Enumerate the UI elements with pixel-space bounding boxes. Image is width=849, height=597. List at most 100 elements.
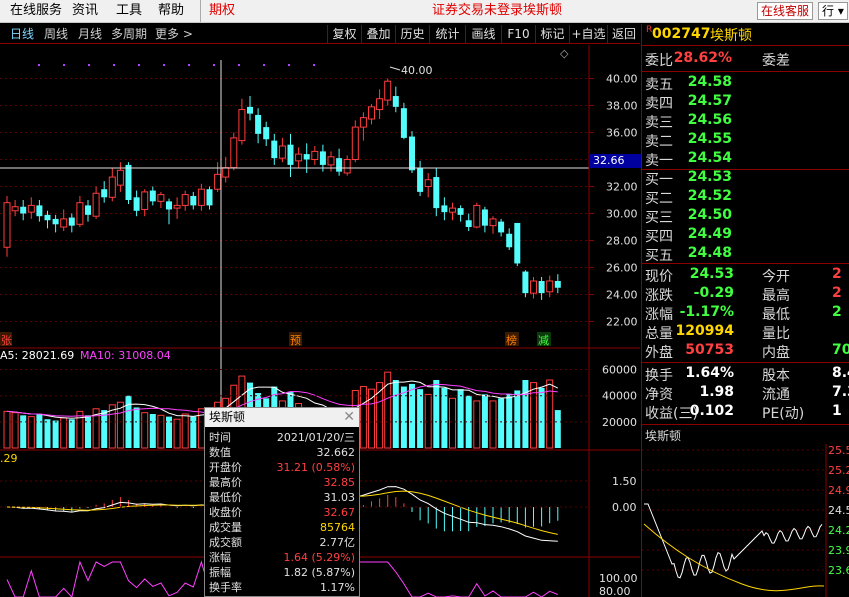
candle-body (181, 194, 189, 206)
stat-row: 收益(三) 0.102 PE(动) 1 (642, 403, 849, 422)
volume-bar (44, 419, 51, 448)
price-tick-label: 30.00 (606, 208, 638, 221)
diamond-icon[interactable]: ◇ (560, 47, 569, 60)
menu-online-service[interactable]: 在线服务 (10, 0, 62, 22)
volume-bar (498, 398, 505, 448)
buy-order-row[interactable]: 买四 24.49 (642, 226, 849, 245)
tooltip-row: 振幅 1.82 (5.87%) (205, 565, 359, 580)
tab-multi-period[interactable]: 多周期 (111, 25, 147, 43)
buy-order-row[interactable]: 买二 24.52 (642, 188, 849, 207)
price-tick-label: 40.00 (606, 73, 638, 86)
stat-row: 涨跌 -0.29 最高 2 (642, 285, 849, 304)
tooltip-row-value: 1.17% (320, 581, 355, 594)
candle-body (20, 206, 27, 214)
candle-body (546, 280, 554, 293)
volume-bar (546, 379, 554, 449)
candle-body (214, 173, 222, 190)
mini-tick-label: 25.2 (828, 464, 849, 477)
candle-body (255, 114, 262, 134)
volume-bar (441, 387, 448, 448)
add-watchlist-button[interactable]: +自选 (569, 25, 607, 43)
f10-button[interactable]: F10 (501, 25, 535, 43)
overlay-button[interactable]: 叠加 (361, 25, 395, 43)
volume-bar (85, 415, 91, 448)
draw-line-button[interactable]: 画线 (465, 25, 501, 43)
cursor-price-label: 32.66 (589, 154, 641, 168)
marker-bang[interactable]: 榜 (506, 333, 517, 347)
sell-order-row[interactable]: 卖三 24.56 (642, 112, 849, 131)
tab-more[interactable]: 更多 > (155, 25, 193, 43)
sell-order-row[interactable]: 卖五 24.58 (642, 74, 849, 93)
tab-weekly[interactable]: 周线 (44, 25, 68, 43)
statistics-button[interactable]: 统计 (429, 25, 465, 43)
quote-menu-button[interactable]: 行 ▾ (818, 2, 848, 20)
menu-options[interactable]: 期权 (200, 0, 235, 22)
tooltip-row: 换手率 1.17% (205, 580, 359, 595)
stat-row: 现价 24.53 今开 2 (642, 266, 849, 285)
trade-login-status[interactable]: 证券交易未登录 (432, 0, 523, 22)
candle-body (303, 154, 310, 160)
candle-body (230, 137, 238, 169)
sell-order-row-price: 24.57 (687, 93, 732, 109)
tooltip-row-label: 开盘价 (209, 461, 242, 474)
tab-daily[interactable]: 日线 (10, 25, 34, 43)
stat-label: 总量 (645, 326, 673, 342)
tooltip-row-label: 成交额 (209, 536, 242, 549)
stat-value: -1.17% (679, 304, 734, 320)
candle-body (554, 281, 561, 288)
volume-bar (489, 400, 497, 449)
buy-order-row-price: 24.49 (687, 226, 732, 242)
sell-order-row[interactable]: 卖四 24.57 (642, 93, 849, 112)
menu-tools[interactable]: 工具 (116, 0, 142, 22)
marker-jian[interactable]: 减 (538, 334, 549, 347)
tooltip-row: 最高价 32.85 (205, 475, 359, 490)
event-dot (63, 64, 65, 66)
tab-monthly[interactable]: 月线 (78, 25, 102, 43)
stat-value: -0.29 (693, 285, 734, 301)
stat-value: 7.3 (832, 384, 849, 400)
sell-order-row-label: 卖四 (645, 96, 673, 112)
mini-avg-line (643, 523, 825, 592)
stat-label: 内盘 (762, 345, 790, 361)
buy-order-row-price: 24.52 (687, 188, 732, 204)
candle-info-tooltip[interactable]: 埃斯顿 ✕ 时间 2021/01/20/三 数值 32.662 开盘价 31.21 (0.… (204, 407, 360, 597)
tooltip-row-value: 2.77亿 (319, 536, 356, 549)
stat-value: 24.53 (689, 266, 734, 282)
weicha-label: 委差 (762, 53, 790, 69)
menu-news[interactable]: 资讯 (72, 0, 98, 22)
candle-body (441, 205, 448, 213)
price-tick-label: 28.00 (606, 235, 638, 248)
marker-zhang[interactable]: 张 (1, 334, 12, 347)
history-button[interactable]: 历史 (395, 25, 429, 43)
volume-bar (190, 416, 197, 448)
sell-order-row-price: 24.58 (687, 74, 732, 90)
candle-body (473, 204, 481, 228)
volume-bar (11, 412, 19, 449)
marker-yu[interactable]: 预 (290, 334, 301, 347)
candle-body (392, 96, 399, 107)
customer-service-button[interactable]: 在线客服 (757, 2, 814, 20)
candle-body (481, 209, 488, 226)
buy-order-row[interactable]: 买一 24.53 (642, 169, 849, 188)
mini-price-line (644, 503, 823, 579)
stat-label: 外盘 (645, 345, 673, 361)
adjust-button[interactable]: 复权 (327, 25, 361, 43)
volume-bar (481, 394, 488, 448)
stat-label: 量比 (762, 326, 790, 342)
event-dot (88, 64, 90, 66)
candle-body (173, 204, 181, 209)
close-icon[interactable]: ✕ (343, 408, 355, 426)
buy-order-row[interactable]: 买三 24.50 (642, 207, 849, 226)
menu-help[interactable]: 帮助 (158, 0, 184, 22)
back-button[interactable]: 返回 (607, 25, 640, 43)
mark-button[interactable]: 标记 (535, 25, 569, 43)
intraday-mini-chart[interactable]: 25.5 25.2 24.9 24.5 24.2 23.9 23.6 (642, 444, 849, 597)
oscillator-axis: 100.0080.00 (599, 572, 638, 597)
buy-order-row[interactable]: 买五 24.48 (642, 245, 849, 264)
sell-order-row[interactable]: 卖一 24.54 (642, 150, 849, 169)
price-tick-label: 38.00 (606, 100, 638, 113)
tooltip-row-label: 数值 (209, 446, 231, 459)
candle-body (166, 201, 172, 210)
candle-body (36, 205, 43, 217)
sell-order-row[interactable]: 卖二 24.55 (642, 131, 849, 150)
